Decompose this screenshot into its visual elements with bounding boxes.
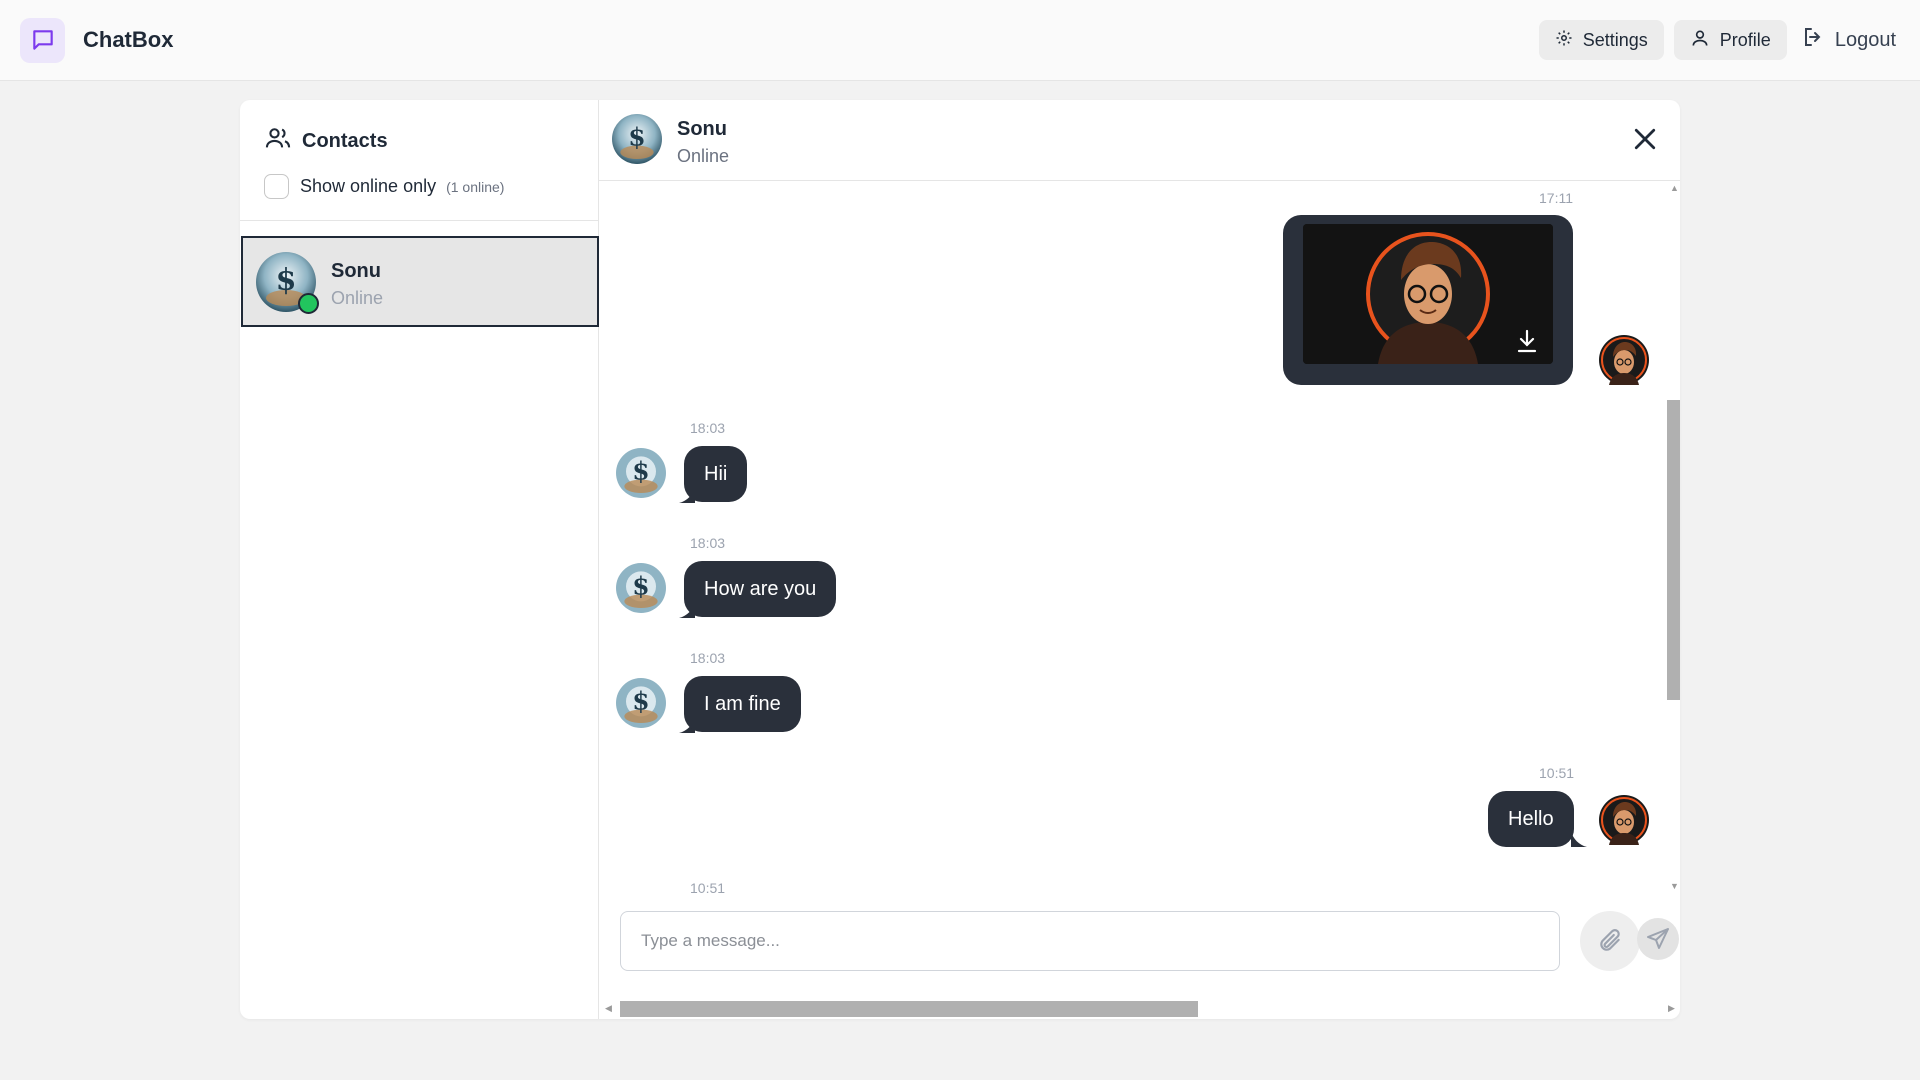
scroll-left-arrow[interactable]: ◀ [605, 1003, 612, 1014]
contact-status: Online [331, 288, 384, 308]
message-bubble: I am fine [684, 676, 801, 732]
sidebar-header: Contacts Show online only (1 online) [240, 100, 598, 221]
message-input[interactable] [620, 911, 1560, 971]
svg-text:$: $ [628, 123, 645, 152]
contacts-heading: Contacts [264, 124, 574, 158]
message-timestamp: 18:03 [690, 535, 726, 551]
users-icon [264, 124, 292, 158]
top-navbar: ChatBox Settings Profile Logout [0, 0, 1920, 81]
contact-item-sonu[interactable]: $ Sonu Online [241, 236, 599, 327]
vertical-scrollbar-thumb[interactable] [1667, 400, 1680, 700]
svg-text:$: $ [632, 687, 649, 716]
svg-text:$: $ [632, 572, 649, 601]
online-count: (1 online) [446, 178, 505, 195]
contact-message-avatar: $ [616, 563, 666, 613]
message-bubble: How are you [684, 561, 837, 617]
chat-contact-avatar: $ [612, 114, 662, 164]
user-icon [1690, 28, 1710, 53]
message-list[interactable]: 17:11 18:03 $ Hii 18:03 $ How are you 18… [599, 181, 1680, 895]
message-timestamp: 18:03 [690, 650, 726, 666]
send-icon [1647, 928, 1669, 949]
download-icon[interactable] [1515, 328, 1539, 354]
message-timestamp: 17:11 [1539, 190, 1573, 206]
online-status-dot [298, 293, 319, 314]
contact-name: Sonu [331, 260, 381, 282]
message-timestamp: 10:51 [1539, 765, 1575, 781]
message-composer: ◀ ▶ [599, 895, 1680, 1019]
logout-icon [1801, 25, 1825, 55]
horizontal-scrollbar-thumb[interactable] [620, 1001, 1198, 1017]
close-chat-button[interactable] [1630, 124, 1660, 154]
attach-button[interactable] [1580, 911, 1640, 971]
chat-container: Contacts Show online only (1 online) $ S… [240, 100, 1680, 1019]
contacts-title: Contacts [302, 129, 388, 152]
message-timestamp: 10:51 [690, 880, 726, 895]
chat-contact-name: Sonu [677, 118, 727, 140]
svg-text:$: $ [632, 457, 649, 486]
message-timestamp: 18:03 [690, 420, 726, 436]
show-online-checkbox[interactable] [264, 174, 289, 199]
contact-message-avatar: $ [616, 448, 666, 498]
app-name: ChatBox [83, 27, 174, 52]
online-filter: Show online only (1 online) [264, 174, 574, 199]
settings-button[interactable]: Settings [1538, 20, 1664, 60]
chat-bubble-icon [20, 17, 65, 63]
message-bubble: Hello [1488, 791, 1574, 847]
scroll-up-arrow[interactable]: ▲ [1670, 183, 1679, 193]
logout-label: Logout [1834, 28, 1896, 51]
brand: ChatBox [20, 17, 174, 63]
profile-button[interactable]: Profile [1673, 20, 1787, 60]
gear-icon [1555, 29, 1573, 52]
shared-image[interactable] [1303, 224, 1553, 364]
contact-message-avatar: $ [616, 678, 666, 728]
chat-panel: $ Sonu Online 17:11 18:03 $ Hii 18:03 $ … [599, 100, 1680, 1019]
chat-header: $ Sonu Online [599, 100, 1680, 181]
settings-label: Settings [1582, 29, 1648, 50]
chat-contact-status: Online [677, 146, 730, 166]
paperclip-icon [1600, 929, 1620, 951]
profile-label: Profile [1719, 29, 1771, 50]
nav-actions: Settings Profile Logout [1538, 20, 1900, 60]
svg-text:$: $ [276, 263, 297, 298]
scroll-down-arrow[interactable]: ▼ [1670, 881, 1679, 891]
bubble-tail [1571, 831, 1587, 847]
filter-label: Show online only [300, 176, 437, 196]
message-bubble: Hii [684, 446, 748, 502]
logout-button[interactable]: Logout [1797, 20, 1900, 60]
close-icon [1634, 128, 1656, 150]
scroll-right-arrow[interactable]: ▶ [1668, 1003, 1675, 1014]
my-avatar [1599, 795, 1649, 845]
contacts-sidebar: Contacts Show online only (1 online) $ S… [240, 100, 599, 1019]
my-avatar [1599, 335, 1649, 385]
image-message-bubble [1283, 215, 1573, 385]
send-button[interactable] [1637, 918, 1679, 960]
